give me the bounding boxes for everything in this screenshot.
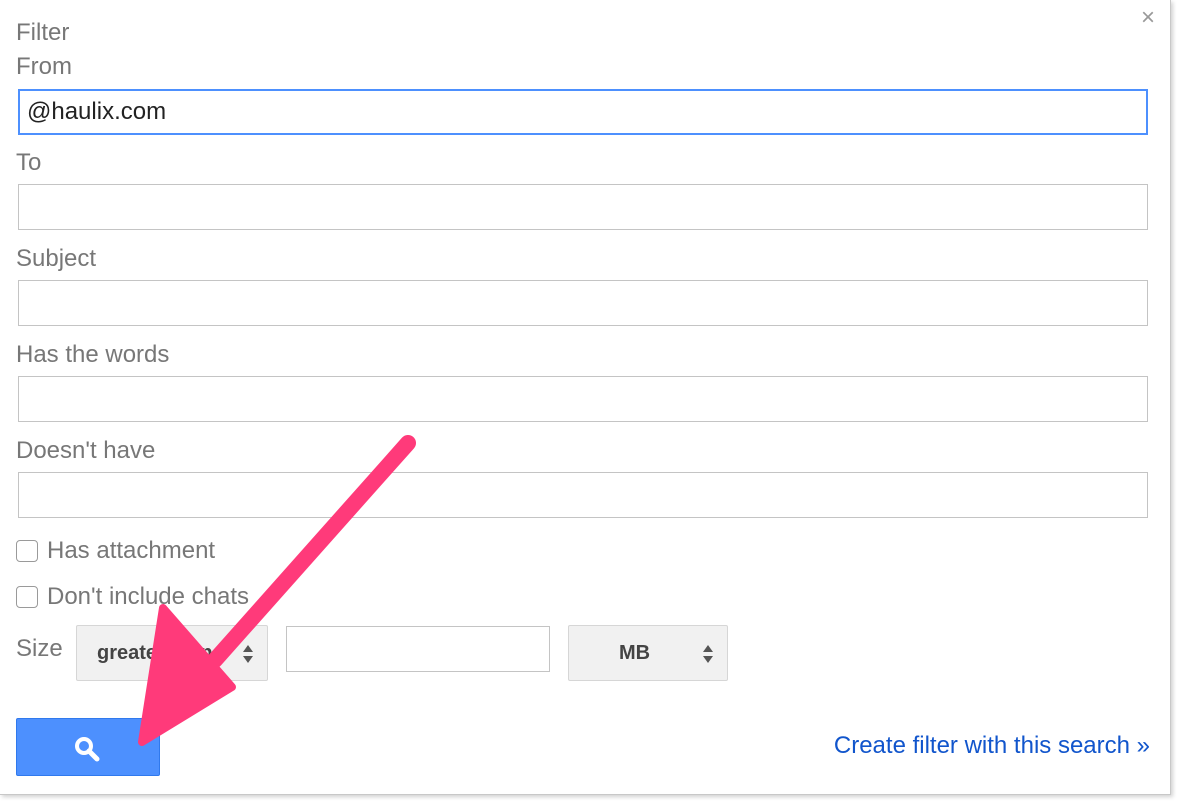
doesnt-have-input[interactable] <box>18 472 1148 518</box>
has-attachment-checkbox[interactable] <box>16 540 38 562</box>
size-comparator-value: greater than <box>97 642 213 664</box>
to-input[interactable] <box>18 184 1148 230</box>
to-label: To <box>16 149 42 176</box>
from-input[interactable] <box>18 89 1148 135</box>
has-attachment-label: Has attachment <box>47 537 216 564</box>
size-value-input[interactable] <box>286 626 550 672</box>
search-button[interactable] <box>16 718 160 776</box>
size-unit-value: MB <box>619 642 651 664</box>
dont-include-chats-checkbox[interactable] <box>16 586 38 608</box>
up-down-arrows-icon <box>243 645 253 663</box>
size-comparator-select[interactable]: greater than <box>76 625 268 681</box>
size-unit-select[interactable]: MB <box>568 625 728 681</box>
size-label: Size <box>16 635 63 662</box>
has-words-label: Has the words <box>16 341 170 368</box>
from-label: From <box>16 53 72 80</box>
create-filter-link[interactable]: Create filter with this search » <box>834 731 1150 761</box>
subject-input[interactable] <box>18 280 1148 326</box>
filter-dialog: × Filter From To Subject Has the words D… <box>0 0 1171 795</box>
dialog-title: Filter <box>16 19 70 46</box>
close-icon[interactable]: × <box>1137 6 1159 30</box>
doesnt-have-label: Doesn't have <box>16 437 156 464</box>
search-icon <box>75 737 100 762</box>
has-attachment-row[interactable]: Has attachment <box>16 537 215 565</box>
subject-label: Subject <box>16 245 97 272</box>
dont-include-chats-row[interactable]: Don't include chats <box>16 583 249 611</box>
has-words-input[interactable] <box>18 376 1148 422</box>
up-down-arrows-icon <box>703 645 713 663</box>
dont-include-chats-label: Don't include chats <box>47 583 250 610</box>
